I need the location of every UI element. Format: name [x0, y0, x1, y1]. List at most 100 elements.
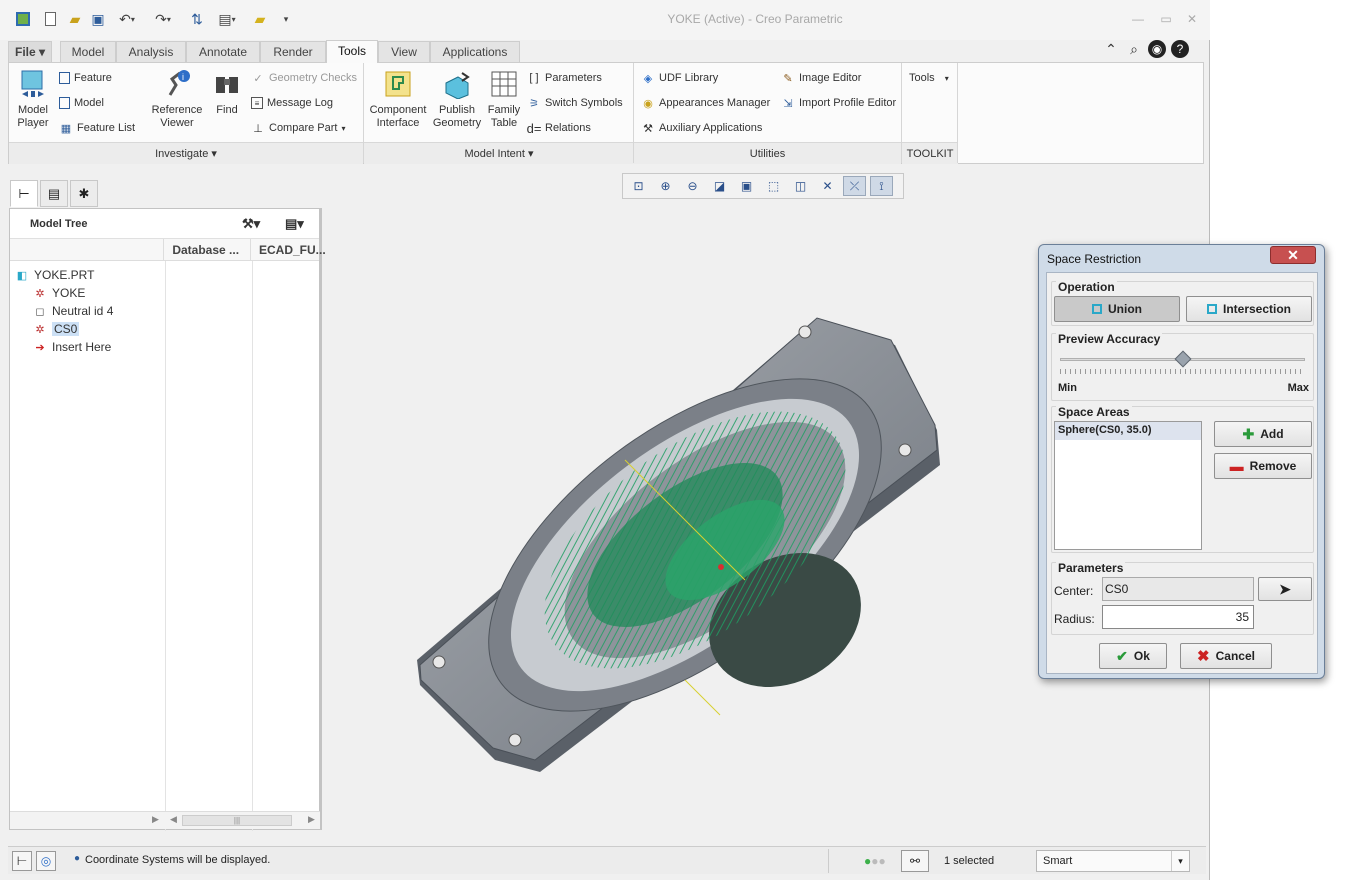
selection-filter-select[interactable]: Smart ▾ [1036, 850, 1190, 872]
csys-display-icon[interactable]: ⤫ [843, 176, 866, 196]
favorites-tab-icon[interactable]: ✱ [70, 180, 98, 207]
tab-annotate[interactable]: Annotate [186, 41, 260, 62]
tree-column-ecad[interactable]: ECAD_FU... [251, 239, 326, 260]
scroll-right-icon[interactable]: ▶ [152, 814, 159, 825]
tree-name-column[interactable] [10, 239, 165, 260]
relations-button[interactable]: d= Relations [527, 119, 591, 137]
save-icon[interactable]: ▣ [90, 10, 106, 28]
switch-symbols-button[interactable]: ⚞ Switch Symbols [527, 94, 623, 112]
image-editor-button[interactable]: ✎ Image Editor [781, 69, 861, 87]
tree-columns-icon[interactable]: ▤▾ [285, 216, 304, 232]
family-table-label: Family Table [487, 104, 521, 129]
tab-tools[interactable]: Tools [326, 40, 378, 63]
tree-item-yoke-prt[interactable]: ◧ YOKE.PRT [14, 266, 95, 284]
minimize-icon[interactable]: — [1130, 12, 1146, 26]
center-field[interactable]: CS0 [1102, 577, 1254, 601]
tree-item-label: YOKE [52, 286, 86, 300]
tab-view[interactable]: View [378, 41, 430, 62]
intersection-button[interactable]: Intersection [1186, 296, 1312, 322]
collapse-ribbon-icon[interactable]: ⌃ [1102, 40, 1120, 58]
tree-column-database[interactable]: Database ... [164, 239, 251, 260]
feature-button[interactable]: Feature [59, 69, 112, 87]
tab-model[interactable]: Model [60, 41, 116, 62]
udf-library-button[interactable]: ◈ UDF Library [641, 69, 719, 87]
tree-item-cs0[interactable]: ✲ CS0 [32, 320, 80, 338]
maximize-icon[interactable]: ▭ [1158, 12, 1174, 26]
space-area-item[interactable]: Sphere(CS0, 35.0) [1055, 422, 1201, 440]
space-areas-list[interactable]: Sphere(CS0, 35.0) [1054, 421, 1202, 550]
tree-item-yoke[interactable]: ✲ YOKE [32, 284, 85, 302]
family-table-button[interactable]: Family Table [485, 68, 523, 130]
tab-file[interactable]: File ▾ [8, 41, 52, 62]
import-profile-editor-button[interactable]: ⇲ Import Profile Editor [781, 94, 896, 112]
select-center-button[interactable]: ➤ [1258, 577, 1312, 601]
feature-list-button[interactable]: ▦ Feature List [59, 119, 135, 137]
preview-accuracy-slider[interactable] [1060, 350, 1305, 368]
message-log-button[interactable]: ≡ Message Log [251, 94, 333, 112]
windows-icon[interactable]: ▤ ▾ [212, 10, 242, 28]
search-icon[interactable]: ⌕ [1125, 40, 1143, 58]
model-tree-tab-icon[interactable]: ⊢ [10, 180, 38, 207]
tab-applications[interactable]: Applications [430, 41, 520, 62]
compare-part-button[interactable]: ⊥ Compare Part ▾ [251, 119, 345, 137]
appearances-manager-button[interactable]: ◉ Appearances Manager [641, 94, 770, 112]
remove-button[interactable]: ▬ Remove [1214, 453, 1312, 479]
tree-settings-icon[interactable]: ⚒▾ [242, 216, 260, 232]
cancel-button[interactable]: ✖ Cancel [1180, 643, 1272, 669]
compare-part-dropdown-icon[interactable]: ▾ [341, 124, 345, 133]
tree-item-insert-here[interactable]: ➔ Insert Here [32, 338, 111, 356]
ok-button[interactable]: ✔ Ok [1099, 643, 1167, 669]
model-info-button[interactable]: Model [59, 94, 104, 112]
scroll-thumb[interactable]: ||| [182, 815, 292, 826]
saved-orientations-icon[interactable]: ⬚ [762, 176, 785, 196]
chevron-down-icon[interactable]: ▾ [1171, 851, 1189, 871]
help-icon[interactable]: ? [1171, 40, 1189, 58]
tab-render[interactable]: Render [260, 41, 326, 62]
tab-analysis[interactable]: Analysis [116, 41, 186, 62]
folder-browser-tab-icon[interactable]: ▤ [40, 180, 68, 207]
scroll-right-icon[interactable]: ▶ [308, 814, 315, 825]
tree-item-neutral[interactable]: ◻ Neutral id 4 [32, 302, 113, 320]
customize-icon[interactable]: ▾ [280, 10, 292, 28]
community-icon[interactable]: ◉ [1148, 40, 1166, 58]
app-icon[interactable] [14, 10, 32, 28]
model-tree-toggle-icon[interactable]: ⊢ [12, 851, 32, 871]
redo-icon[interactable]: ↷ ▾ [150, 10, 176, 28]
undo-icon[interactable]: ↶ ▾ [114, 10, 140, 28]
switch-symbols-icon: ⚞ [529, 97, 539, 110]
find-button[interactable]: Find [209, 68, 245, 117]
auxiliary-applications-button[interactable]: ⚒ Auxiliary Applications [641, 119, 762, 137]
repaint-icon[interactable]: ◪ [708, 176, 731, 196]
refit-icon[interactable]: ⊡ [627, 176, 650, 196]
parameters-button[interactable]: [ ] Parameters [527, 69, 601, 87]
publish-geometry-button[interactable]: Publish Geometry [431, 68, 483, 130]
geometry-checks-button[interactable]: ✓ Geometry Checks [251, 69, 357, 87]
close-window-icon[interactable]: ▰ [250, 10, 270, 28]
dialog-close-button[interactable]: ✕ [1270, 246, 1316, 264]
component-interface-button[interactable]: Component Interface [367, 68, 429, 130]
model-player-button[interactable]: Model Player [13, 68, 53, 130]
add-button[interactable]: ✚ Add [1214, 421, 1312, 447]
radius-field[interactable]: 35 [1102, 605, 1254, 629]
spin-center-icon[interactable]: ⟟ [870, 176, 893, 196]
union-button[interactable]: Union [1054, 296, 1180, 322]
datum-display-icon[interactable]: ✕ [816, 176, 839, 196]
new-icon[interactable] [42, 10, 58, 28]
zoom-in-icon[interactable]: ⊕ [654, 176, 677, 196]
tools-dropdown[interactable]: Tools ▾ [909, 69, 949, 87]
display-style-icon[interactable]: ▣ [735, 176, 758, 196]
investigate-group-label[interactable]: Investigate ▾ [9, 142, 363, 164]
model-intent-group-label[interactable]: Model Intent ▾ [364, 142, 634, 164]
open-icon[interactable]: ▰ [66, 10, 84, 28]
slider-thumb[interactable] [1174, 350, 1191, 368]
view-manager-icon[interactable]: ◫ [789, 176, 812, 196]
binoculars-icon[interactable]: ⚯ [901, 850, 929, 872]
browser-toggle-icon[interactable]: ◎ [36, 851, 56, 871]
zoom-out-icon[interactable]: ⊖ [681, 176, 704, 196]
regenerate-icon[interactable]: ⇅ [188, 10, 206, 28]
scroll-left-icon[interactable]: ◀ [170, 814, 177, 825]
tools-label: Tools [909, 72, 935, 84]
tree-horizontal-scrollbar[interactable]: ▶ ◀ ||| ▶ [10, 811, 320, 829]
close-icon[interactable]: ✕ [1184, 12, 1200, 26]
reference-viewer-button[interactable]: i Reference Viewer [147, 68, 207, 130]
